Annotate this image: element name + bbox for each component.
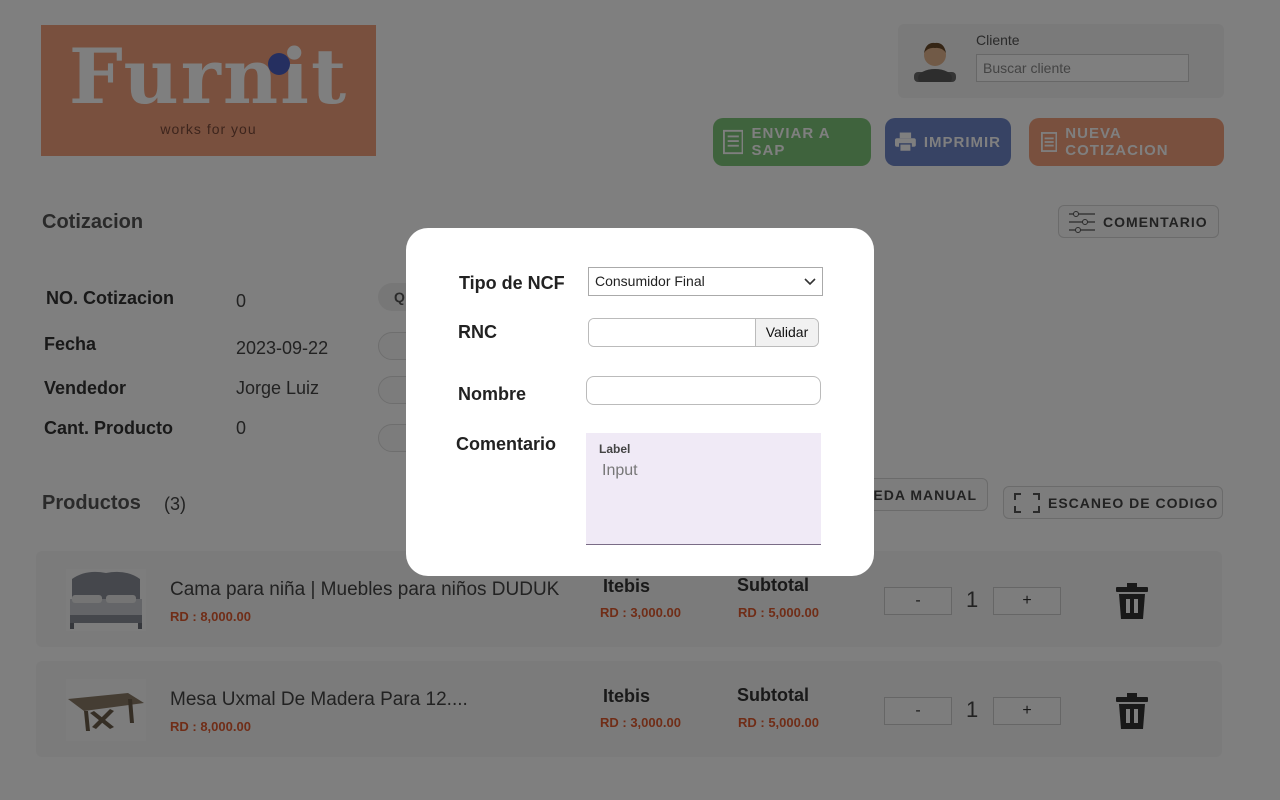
rnc-input[interactable] [589,319,755,346]
ncf-type-select[interactable]: Consumidor Final [588,267,823,296]
validate-button[interactable]: Validar [755,319,818,346]
name-label: Nombre [458,384,527,404]
ncf-dialog: Tipo de NCF Consumidor Final RNC Validar… [406,228,874,576]
comment-textarea[interactable]: Label Input [586,433,821,545]
ncf-type-value: Consumidor Final [595,273,705,289]
textarea-placeholder: Input [602,462,638,479]
name-input[interactable] [586,376,821,405]
textarea-floating-label: Label [599,442,631,456]
chevron-down-icon [804,278,816,286]
rnc-group: Validar [588,318,819,347]
comment-label: Comentario [456,434,557,454]
rnc-label: RNC [458,322,497,342]
ncf-type-label: Tipo de NCF [459,273,565,293]
